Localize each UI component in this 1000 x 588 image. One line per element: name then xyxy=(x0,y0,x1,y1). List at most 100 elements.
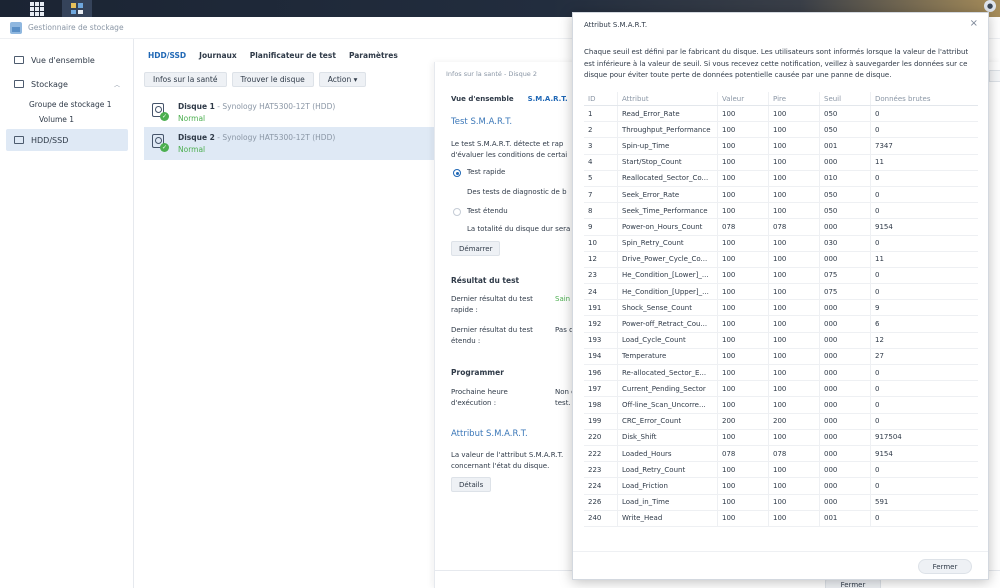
cell-threshold: 050 xyxy=(820,203,871,219)
cell-worst: 100 xyxy=(769,381,820,397)
health-tabs: Vue d'ensemble S.M.A.R.T. xyxy=(451,95,582,103)
column-header-raw-data[interactable]: Données brutes xyxy=(871,92,963,105)
table-row[interactable]: 223 Load_Retry_Count 100 100 000 0 xyxy=(584,462,978,479)
table-row[interactable]: 5 Reallocated_Sector_Co... 100 100 010 0 xyxy=(584,170,978,187)
dialog-description: Chaque seuil est défini par le fabricant… xyxy=(584,48,969,79)
chevron-up-icon[interactable]: ︿ xyxy=(114,80,120,89)
cell-worst: 100 xyxy=(769,429,820,445)
table-row[interactable]: 10 Spin_Retry_Count 100 100 030 0 xyxy=(584,235,978,252)
table-row[interactable]: 24 He_Condition_[Upper]_... 100 100 075 0 xyxy=(584,284,978,301)
storage-manager-taskbar-button[interactable] xyxy=(62,0,92,17)
tab-smart[interactable]: S.M.A.R.T. xyxy=(528,95,568,103)
tab-hdd-ssd[interactable]: HDD/SSD xyxy=(148,51,186,64)
window-title: Gestionnaire de stockage xyxy=(28,23,124,32)
cell-threshold: 000 xyxy=(820,397,871,413)
table-row[interactable]: 194 Temperature 100 100 000 27 xyxy=(584,348,978,365)
table-row[interactable]: 191 Shock_Sense_Count 100 100 000 9 xyxy=(584,300,978,317)
table-row[interactable]: 2 Throughput_Performance 100 100 050 0 xyxy=(584,122,978,139)
chat-icon[interactable]: ● xyxy=(984,0,996,12)
start-button[interactable]: Démarrer xyxy=(451,241,501,256)
sidebar-item-overview[interactable]: Vue d'ensemble xyxy=(6,49,128,71)
tab-test-scheduler[interactable]: Planificateur de test xyxy=(250,51,336,64)
table-row[interactable]: 7 Seek_Error_Rate 100 100 050 0 xyxy=(584,186,978,204)
table-row[interactable]: 12 Drive_Power_Cycle_Co... 100 100 000 11 xyxy=(584,251,978,268)
cell-threshold: 030 xyxy=(820,235,871,251)
table-row[interactable]: 197 Current_Pending_Sector 100 100 000 0 xyxy=(584,381,978,398)
cell-worst: 100 xyxy=(769,122,820,138)
action-dropdown-button[interactable]: Action ▾ xyxy=(318,72,367,87)
cell-raw-data: 0 xyxy=(875,287,880,296)
cell-id: 9 xyxy=(584,219,618,235)
column-header-id[interactable]: ID xyxy=(584,92,618,105)
table-row[interactable]: 9 Power-on_Hours_Count 078 078 000 9154 xyxy=(584,219,978,236)
cell-worst: 100 xyxy=(769,365,820,381)
table-row[interactable]: 8 Seek_Time_Performance 100 100 050 0 xyxy=(584,203,978,220)
table-row[interactable]: 199 CRC_Error_Count 200 200 000 0 xyxy=(584,413,978,430)
cell-worst: 100 xyxy=(769,510,820,526)
panel-close-button[interactable]: Fermer xyxy=(825,579,881,588)
cell-threshold: 010 xyxy=(820,170,871,186)
sidebar-item-volume[interactable]: Volume 1 xyxy=(39,115,74,124)
table-row[interactable]: 3 Spin-up_Time 100 100 001 7347 xyxy=(584,138,978,155)
cell-threshold: 000 xyxy=(820,365,871,381)
panel-title: Infos sur la santé - Disque 2 xyxy=(446,70,538,78)
main-menu-button[interactable] xyxy=(22,0,52,17)
disk-row-1[interactable]: ✓ Disque 1 - Synology HAT5300-12T (HDD) … xyxy=(144,96,464,129)
close-button[interactable]: Fermer xyxy=(918,559,972,574)
cell-worst: 100 xyxy=(769,170,820,186)
disk-row-2[interactable]: ✓ Disque 2 - Synology HAT5300-12T (HDD) … xyxy=(144,127,464,160)
details-button[interactable]: Détails xyxy=(451,477,492,492)
table-row[interactable]: 196 Re-allocated_Sector_E... 100 100 000 0 xyxy=(584,365,978,382)
cell-threshold: 000 xyxy=(820,445,871,462)
table-row[interactable]: 1 Read_Error_Rate 100 100 050 0 xyxy=(584,106,978,123)
sidebar-item-storage[interactable]: Stockage ︿ xyxy=(6,73,128,95)
next-run-label-line2: d'exécution : xyxy=(451,399,497,407)
cell-id: 220 xyxy=(584,429,618,445)
cell-attribute: Read_Error_Rate xyxy=(618,106,718,122)
table-row[interactable]: 198 Off-line_Scan_Uncorre... 100 100 000 0 xyxy=(584,397,978,414)
tab-logs[interactable]: Journaux xyxy=(199,51,237,64)
last-extended-result-label-line2: étendu : xyxy=(451,337,481,345)
cell-threshold: 000 xyxy=(820,381,871,397)
storage-icon xyxy=(14,80,24,88)
cell-worst: 100 xyxy=(769,267,820,284)
column-header-value[interactable]: Valeur xyxy=(718,92,769,105)
table-row[interactable]: 220 Disk_Shift 100 100 000 917504 xyxy=(584,429,978,446)
table-row[interactable]: 226 Load_in_Time 100 100 000 591 xyxy=(584,494,978,511)
search-field-edge[interactable] xyxy=(989,70,1000,82)
cell-attribute: Temperature xyxy=(618,348,718,364)
tab-settings[interactable]: Paramètres xyxy=(349,51,398,64)
cell-threshold: 050 xyxy=(820,186,871,203)
table-row[interactable]: 193 Load_Cycle_Count 100 100 000 12 xyxy=(584,332,978,349)
extended-test-radio[interactable] xyxy=(453,208,461,216)
table-row[interactable]: 222 Loaded_Hours 078 078 000 9154 xyxy=(584,445,978,463)
smart-attribute-text-line2: concernant l'état du disque. xyxy=(451,462,550,470)
hdd-icon: ✓ xyxy=(152,134,169,152)
cell-worst: 100 xyxy=(769,284,820,300)
tab-overview[interactable]: Vue d'ensemble xyxy=(451,95,514,103)
cell-value: 100 xyxy=(718,106,769,122)
last-quick-result-label-line1: Dernier résultat du test xyxy=(451,295,533,303)
table-row[interactable]: 4 Start/Stop_Count 100 100 000 11 xyxy=(584,154,978,171)
column-header-threshold[interactable]: Seuil xyxy=(820,92,871,105)
find-disk-button[interactable]: Trouver le disque xyxy=(231,72,314,87)
close-icon[interactable]: × xyxy=(970,18,978,29)
quick-test-radio[interactable] xyxy=(453,169,461,177)
health-info-button[interactable]: Infos sur la santé xyxy=(144,72,227,87)
cell-attribute: Off-line_Scan_Uncorre... xyxy=(618,397,718,413)
cell-attribute: Seek_Error_Rate xyxy=(618,186,718,203)
cell-worst: 100 xyxy=(769,332,820,348)
cell-value: 100 xyxy=(718,462,769,478)
table-row[interactable]: 192 Power-off_Retract_Cou... 100 100 000 6 xyxy=(584,316,978,333)
cell-value: 100 xyxy=(718,316,769,332)
smart-attribute-heading: Attribut S.M.A.R.T. xyxy=(451,429,528,439)
column-header-attribute[interactable]: Attribut xyxy=(618,92,718,105)
table-row[interactable]: 240 Write_Head 100 100 001 0 xyxy=(584,510,978,527)
column-header-worst[interactable]: Pire xyxy=(769,92,820,105)
cell-attribute: Start/Stop_Count xyxy=(618,154,718,170)
sidebar-item-storage-pool[interactable]: Groupe de stockage 1 xyxy=(29,100,112,109)
sidebar-item-hdd-ssd[interactable]: HDD/SSD xyxy=(6,129,128,151)
table-row[interactable]: 23 He_Condition_[Lower]_... 100 100 075 0 xyxy=(584,267,978,285)
smart-test-intro-line2: d'évaluer les conditions de certai xyxy=(451,151,568,159)
table-row[interactable]: 224 Load_Friction 100 100 000 0 xyxy=(584,478,978,495)
